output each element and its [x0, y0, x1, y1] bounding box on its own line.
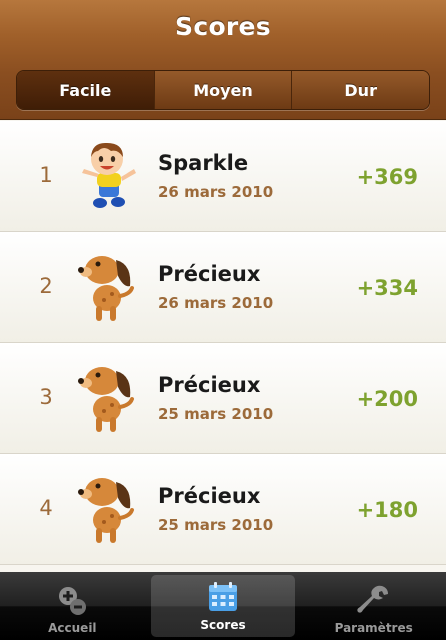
player-name: Précieux	[158, 484, 261, 508]
player-name: Précieux	[158, 373, 261, 397]
score-value: +180	[356, 498, 418, 522]
score-value: +369	[356, 165, 418, 189]
score-date: 26 mars 2010	[158, 183, 274, 201]
rank-number: 3	[39, 385, 53, 409]
difficulty-segmented-control: Facile Moyen Dur	[16, 70, 430, 110]
rank-number: 4	[39, 496, 53, 520]
score-row[interactable]: 4 Précieux 25 mars 2010 +180	[0, 454, 446, 565]
tab-label: Scores	[200, 618, 246, 632]
score-row[interactable]: 2 Précieux 26 mars 2010 +334	[0, 232, 446, 343]
score-date: 26 mars 2010	[158, 294, 274, 312]
rank-number: 2	[39, 274, 53, 298]
tab-label: Paramètres	[334, 621, 413, 635]
page-title: Scores	[175, 12, 271, 41]
rank-number: 1	[39, 163, 53, 187]
tab-accueil[interactable]: Accueil	[0, 572, 145, 640]
tab-label: Accueil	[48, 621, 97, 635]
boy-icon	[82, 142, 136, 208]
score-value: +200	[356, 387, 418, 411]
nav-bar: Scores Facile Moyen Dur	[0, 0, 446, 120]
player-name: Précieux	[158, 262, 261, 286]
add-icon	[59, 587, 87, 615]
score-date: 25 mars 2010	[158, 516, 274, 534]
dog-icon	[78, 256, 134, 321]
wrench-icon	[357, 585, 388, 613]
segment-dur[interactable]: Dur	[291, 71, 429, 109]
player-name: Sparkle	[158, 151, 249, 175]
score-value: +334	[356, 276, 418, 300]
calendar-icon	[209, 582, 237, 611]
score-list: 1 Sparkle 26 mars 2010 +369 2 Précieux 2…	[0, 121, 446, 565]
score-row[interactable]: 1 Sparkle 26 mars 2010 +369	[0, 121, 446, 232]
segment-moyen[interactable]: Moyen	[153, 71, 292, 109]
tab-parametres[interactable]: Paramètres	[301, 572, 446, 640]
dog-icon	[78, 367, 134, 432]
tab-scores[interactable]: Scores	[150, 575, 296, 637]
score-row[interactable]: 3 Précieux 25 mars 2010 +200	[0, 343, 446, 454]
segment-facile[interactable]: Facile	[17, 71, 154, 109]
score-date: 25 mars 2010	[158, 405, 274, 423]
dog-icon	[78, 478, 134, 543]
tab-bar: Accueil Scores Paramètres	[0, 572, 446, 640]
